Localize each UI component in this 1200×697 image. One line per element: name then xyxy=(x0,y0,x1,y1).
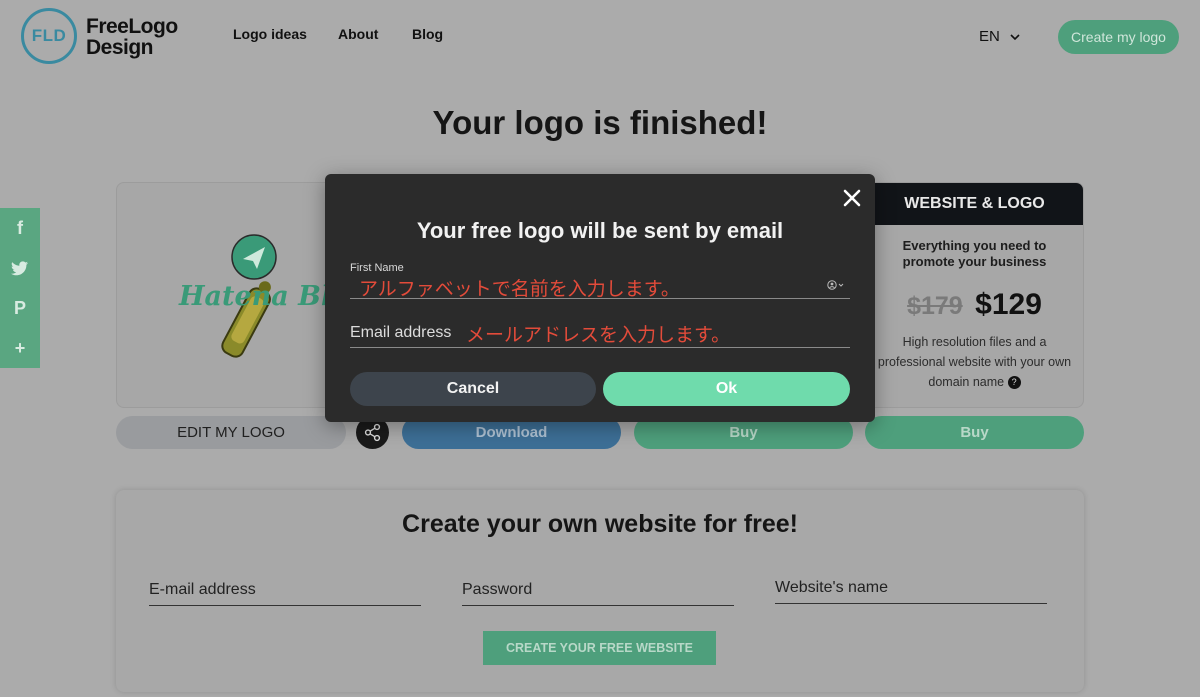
email-label: Email address xyxy=(350,324,452,341)
chevron-down-icon xyxy=(1010,34,1020,41)
facebook-icon[interactable]: f xyxy=(0,208,40,248)
brand-logo-line1: FreeLogo xyxy=(86,15,178,38)
cancel-button[interactable]: Cancel xyxy=(350,372,596,406)
new-price: $129 xyxy=(975,288,1042,321)
logo-preview-card: Hatena Blog xyxy=(116,182,346,408)
create-free-website-button[interactable]: CREATE YOUR FREE WEBSITE xyxy=(483,631,716,665)
logo-preview-text: Hatena Blog xyxy=(179,281,345,312)
nav-about[interactable]: About xyxy=(338,26,378,42)
old-price: $179 xyxy=(907,292,963,320)
social-share-bar: f P + xyxy=(0,208,40,368)
brand-logo-mark[interactable]: FLD xyxy=(21,8,77,64)
nav-blog[interactable]: Blog xyxy=(412,26,443,42)
pricing-tagline: Everything you need to promote your busi… xyxy=(902,238,1047,269)
email-modal: Your free logo will be sent by email Fir… xyxy=(325,174,875,422)
website-name-field[interactable]: Website's name xyxy=(775,579,1047,604)
buy-button-website-logo[interactable]: Buy xyxy=(865,416,1084,449)
email-input[interactable]: メールアドレスを入力します。 xyxy=(466,320,730,347)
first-name-underline xyxy=(350,298,850,299)
first-name-input[interactable]: アルファベットで名前を入力します。 xyxy=(359,274,680,301)
modal-title: Your free logo will be sent by email xyxy=(416,218,784,243)
autofill-contact-icon[interactable] xyxy=(827,280,845,290)
website-email-field[interactable]: E-mail address xyxy=(149,581,421,606)
pinterest-icon[interactable]: P xyxy=(0,288,40,328)
nav-logo-ideas[interactable]: Logo ideas xyxy=(233,26,307,42)
free-website-panel: Create your own website for free! E-mail… xyxy=(116,490,1084,692)
brand-logo-line2: Design xyxy=(86,36,154,59)
first-name-label: First Name xyxy=(350,262,404,274)
more-share-icon[interactable]: + xyxy=(0,328,40,368)
brand-logo-text[interactable]: FreeLogo Design xyxy=(86,16,178,58)
create-my-logo-button[interactable]: Create my logo xyxy=(1058,20,1179,54)
ok-button[interactable]: Ok xyxy=(603,372,850,406)
pricing-header: WEBSITE & LOGO xyxy=(866,183,1083,225)
site-header: FLD FreeLogo Design Logo ideas About Blo… xyxy=(0,0,1200,72)
website-logo-pricing-card: WEBSITE & LOGO Everything you need to pr… xyxy=(865,182,1084,408)
website-password-field[interactable]: Password xyxy=(462,581,734,606)
twitter-icon[interactable] xyxy=(0,248,40,288)
edit-my-logo-button[interactable]: EDIT MY LOGO xyxy=(116,416,346,449)
brand-logo-letters: FLD xyxy=(31,26,67,45)
language-selector[interactable]: EN xyxy=(979,28,1020,45)
page-title: Your logo is finished! xyxy=(432,104,768,141)
pricing-description: High resolution files and a professional… xyxy=(866,332,1083,392)
email-underline xyxy=(350,347,850,348)
pricing-description-text: High resolution files and a professional… xyxy=(877,335,1072,389)
language-label: EN xyxy=(979,28,1000,45)
help-icon[interactable]: ? xyxy=(1007,376,1021,390)
close-icon[interactable] xyxy=(840,186,864,210)
free-website-title: Create your own website for free! xyxy=(402,510,798,538)
pricing-prices: $179 $129 xyxy=(866,288,1083,322)
